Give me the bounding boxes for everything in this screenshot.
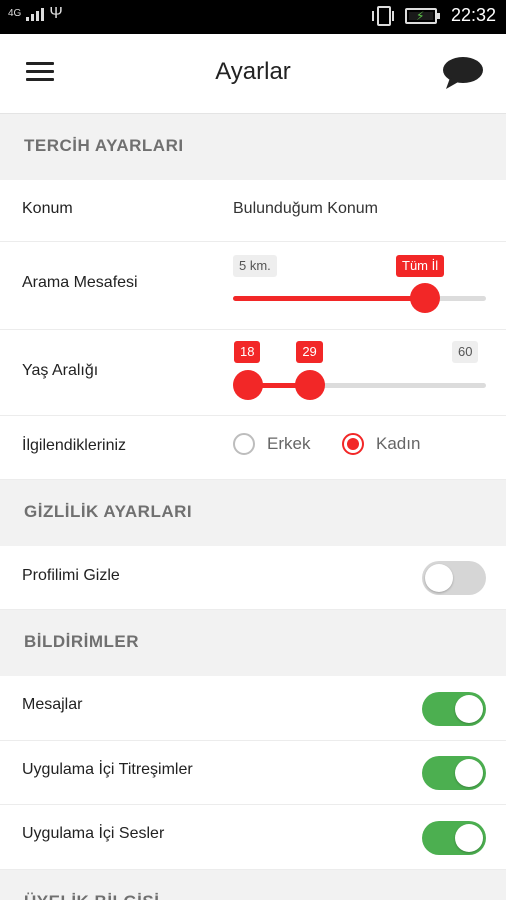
- section-title: GİZLİLİK AYARLARI: [24, 502, 193, 521]
- sounds-label: Uygulama İçi Sesler: [22, 825, 165, 842]
- interests-label: İlgilendikleriniz: [22, 437, 127, 454]
- page-title: Ayarlar: [215, 58, 291, 85]
- radio-female-circle[interactable]: [342, 433, 364, 455]
- sounds-toggle[interactable]: [422, 821, 486, 855]
- section-privacy: GİZLİLİK AYARLARI: [0, 480, 506, 546]
- battery-icon: ⚡: [404, 7, 440, 24]
- hide-profile-label: Profilimi Gizle: [22, 567, 120, 584]
- section-title: ÜYELİK BİLGİSİ: [24, 892, 159, 900]
- location-label: Konum: [22, 200, 73, 217]
- distance-min-badge: 5 km.: [233, 255, 277, 277]
- distance-slider-thumb[interactable]: [410, 283, 441, 313]
- location-value[interactable]: Bulunduğum Konum: [233, 200, 378, 218]
- vibration-toggle[interactable]: [422, 756, 486, 790]
- radio-female[interactable]: Kadın: [342, 433, 420, 455]
- interests-row: İlgilendikleriniz Erkek Kadın: [0, 416, 506, 480]
- hide-profile-row: Profilimi Gizle: [0, 546, 506, 610]
- section-title: BİLDİRİMLER: [24, 632, 140, 651]
- chat-bubble-icon[interactable]: [440, 54, 484, 92]
- vibrate-icon: [371, 5, 394, 26]
- distance-current-badge: Tüm İl: [396, 255, 445, 277]
- age-slider-high-thumb[interactable]: [295, 370, 326, 400]
- section-notifications: BİLDİRİMLER: [0, 610, 506, 676]
- age-range-label: Yaş Aralığı: [22, 362, 99, 379]
- app-bar: Ayarlar: [0, 34, 506, 114]
- status-bar: 4G Ψ ⚡ 22:32: [0, 0, 506, 34]
- clock: 22:32: [450, 5, 496, 25]
- messages-toggle[interactable]: [422, 692, 486, 726]
- search-distance-label: Arama Mesafesi: [22, 274, 138, 291]
- radio-female-label[interactable]: Kadın: [376, 434, 420, 454]
- age-max-badge: 60: [452, 341, 479, 363]
- search-distance-row: Arama Mesafesi 5 km. Tüm İl: [0, 242, 506, 330]
- hide-profile-toggle[interactable]: [422, 561, 486, 595]
- age-slider-low-thumb[interactable]: [233, 370, 263, 400]
- age-high-badge: 29: [296, 341, 323, 363]
- age-range-row: Yaş Aralığı 18 29 60: [0, 330, 506, 416]
- usb-icon: Ψ: [49, 5, 63, 22]
- location-row[interactable]: Konum Bulunduğum Konum: [0, 180, 506, 242]
- signal-icon: [26, 7, 45, 21]
- radio-male[interactable]: Erkek: [233, 433, 310, 455]
- network-type: 4G: [8, 8, 22, 19]
- radio-male-label[interactable]: Erkek: [267, 434, 310, 454]
- age-low-badge: 18: [234, 341, 261, 363]
- status-left: 4G Ψ: [8, 6, 63, 22]
- vibration-row: Uygulama İçi Titreşimler: [0, 741, 506, 805]
- sounds-row: Uygulama İçi Sesler: [0, 805, 506, 870]
- messages-row: Mesajlar: [0, 676, 506, 741]
- radio-male-circle[interactable]: [233, 433, 255, 455]
- section-preferences: TERCİH AYARLARI: [0, 114, 506, 180]
- distance-slider-fill: [233, 296, 426, 301]
- vibration-label: Uygulama İçi Titreşimler: [22, 761, 193, 778]
- status-right: ⚡ 22:32: [371, 5, 496, 26]
- section-membership: ÜYELİK BİLGİSİ: [0, 870, 506, 900]
- messages-label: Mesajlar: [22, 696, 83, 713]
- section-title: TERCİH AYARLARI: [24, 136, 184, 155]
